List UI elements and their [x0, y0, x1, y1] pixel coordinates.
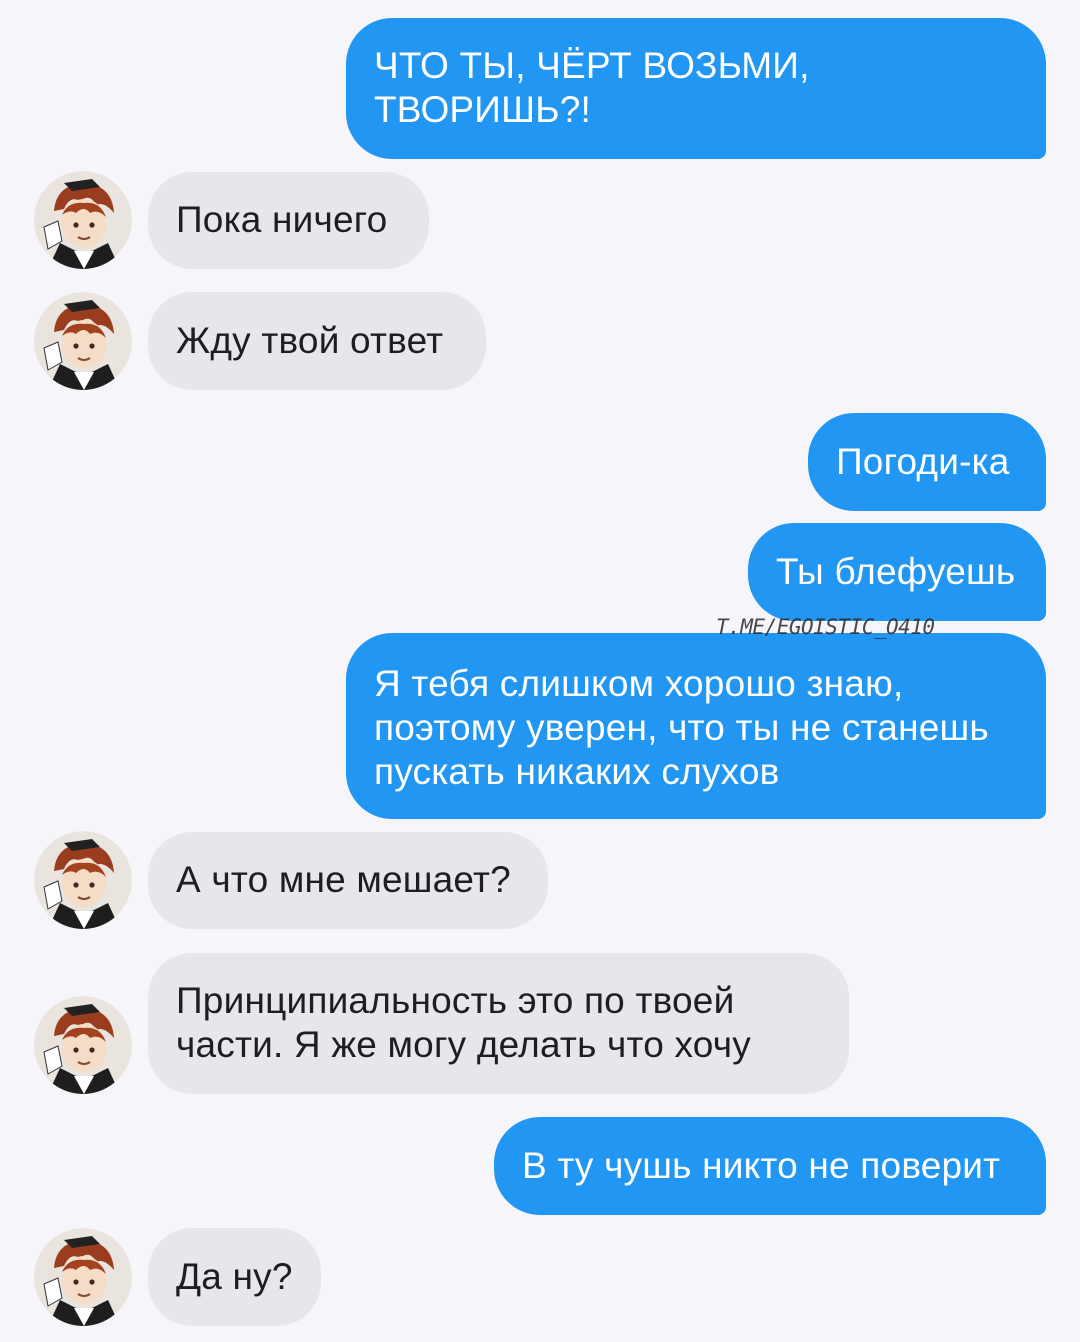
message-bubble[interactable]: В ту чушь никто не поверит [494, 1117, 1046, 1215]
message-bubble[interactable]: Жду твой ответ [148, 292, 486, 390]
contact-avatar-icon[interactable] [34, 171, 132, 269]
message-bubble[interactable]: Погоди-ка [808, 413, 1046, 511]
message-bubble[interactable]: ЧТО ТЫ, ЧЁРТ ВОЗЬМИ, ТВОРИШЬ?! [346, 18, 1046, 159]
contact-avatar-icon[interactable] [34, 1228, 132, 1326]
message-text-line: ЧТО ТЫ, ЧЁРТ ВОЗЬМИ, [374, 45, 810, 86]
message-text-line: части. Я же могу делать что хочу [176, 1024, 751, 1065]
message-text-line: Пока ничего [176, 199, 388, 240]
message-text-line: Я тебя слишком хорошо знаю, [374, 663, 904, 704]
message-bubble[interactable]: Ты блефуешь [748, 523, 1046, 621]
message-bubble[interactable]: Я тебя слишком хорошо знаю, поэтому увер… [346, 633, 1046, 819]
contact-avatar-icon[interactable] [34, 996, 132, 1094]
message-bubble[interactable]: Пока ничего [148, 172, 429, 269]
message-text-line: В ту чушь никто не поверит [522, 1145, 1001, 1186]
message-text-line: Да ну? [176, 1256, 293, 1297]
contact-avatar-icon[interactable] [34, 292, 132, 390]
message-bubble[interactable]: Принципиальность это по твоей части. Я ж… [148, 953, 849, 1094]
message-bubble[interactable]: А что мне мешает? [148, 832, 548, 929]
message-text-line: Ты блефуешь [776, 551, 1016, 592]
message-text-line: Жду твой ответ [176, 320, 444, 361]
message-text-line: Погоди-ка [836, 441, 1010, 482]
message-text-line: пускать никаких слухов [374, 751, 780, 792]
chat-thread: ЧТО ТЫ, ЧЁРТ ВОЗЬМИ, ТВОРИШЬ?! Пока ниче… [0, 0, 1080, 1342]
message-text-line: ТВОРИШЬ?! [374, 89, 591, 130]
message-text-line: поэтому уверен, что ты не станешь [374, 707, 989, 748]
message-bubble[interactable]: Да ну? [148, 1228, 321, 1326]
message-text-line: Принципиальность это по твоей [176, 980, 735, 1021]
contact-avatar-icon[interactable] [34, 831, 132, 929]
message-text-line: А что мне мешает? [176, 859, 511, 900]
watermark-text: T.ME/EGOISTIC_O410 [716, 615, 935, 639]
